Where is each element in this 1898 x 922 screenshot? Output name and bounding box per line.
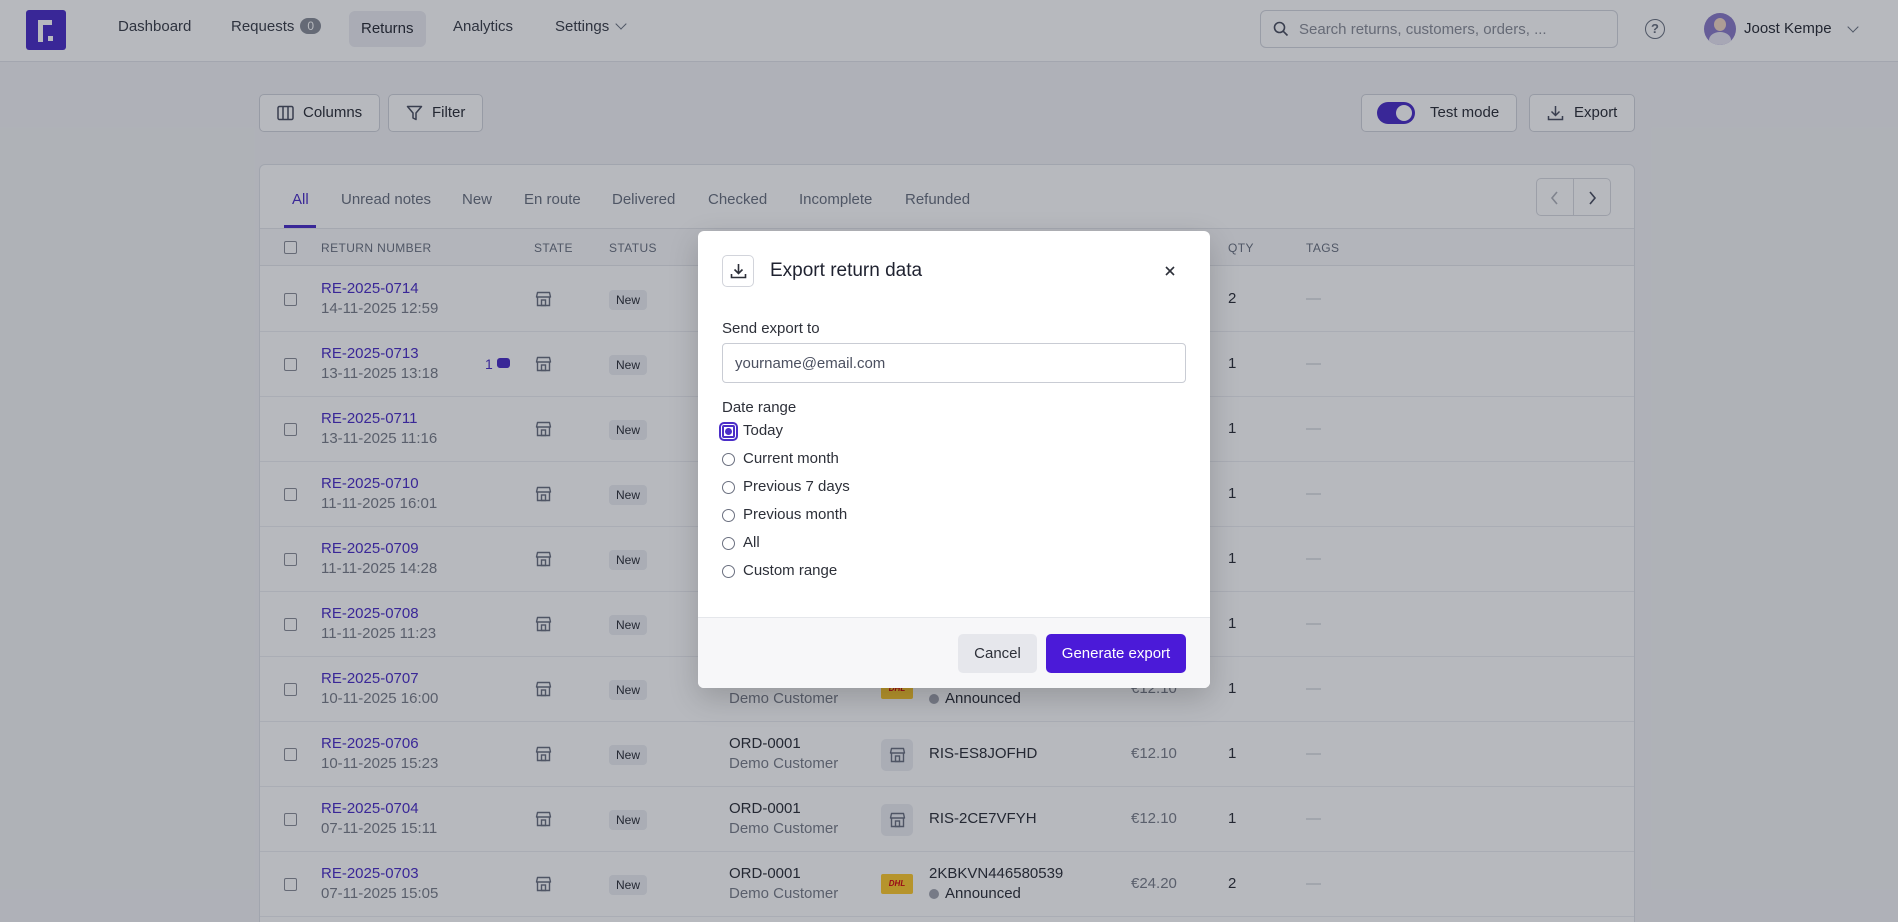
radio-label: Custom range (743, 562, 838, 579)
radio-circle[interactable] (722, 537, 735, 550)
radio-circle[interactable] (722, 565, 735, 578)
export-dialog: Export return data Send export to Date r… (698, 231, 1210, 688)
radio-label: Previous 7 days (743, 478, 850, 495)
radio-circle[interactable] (719, 422, 738, 441)
radio-label: All (743, 534, 760, 551)
cancel-button[interactable]: Cancel (958, 634, 1037, 673)
dialog-title: Export return data (770, 260, 923, 281)
radio-circle[interactable] (722, 453, 735, 466)
radio-label: Previous month (743, 506, 848, 523)
radio-label: Current month (743, 450, 839, 467)
close-icon[interactable] (1162, 263, 1178, 279)
send-to-label: Send export to (722, 320, 820, 337)
generate-export-button[interactable]: Generate export (1046, 634, 1186, 673)
date-range-label: Date range (722, 399, 797, 416)
radio-label: Today (743, 422, 784, 439)
email-field[interactable] (722, 343, 1186, 383)
dialog-footer: Cancel Generate export (698, 617, 1210, 688)
radio-circle[interactable] (722, 481, 735, 494)
radio-circle[interactable] (722, 509, 735, 522)
download-icon (722, 255, 754, 287)
